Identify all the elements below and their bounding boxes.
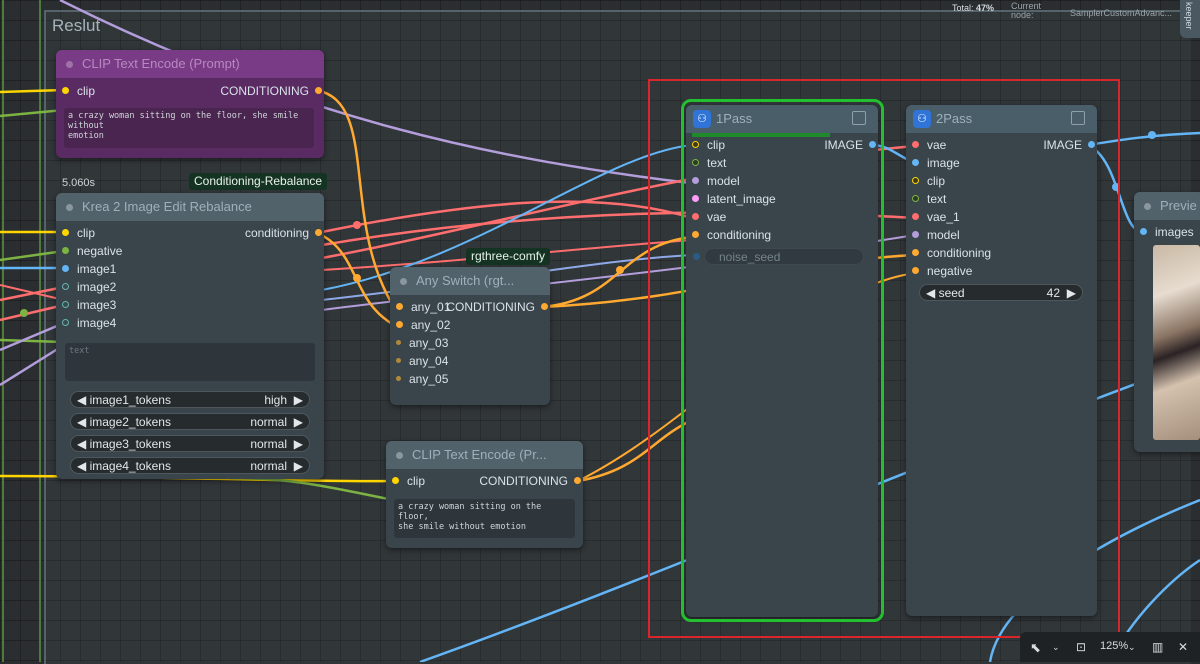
image4-tokens-combo[interactable]: ◀ image4_tokens normal ▶	[70, 457, 310, 474]
input-vae[interactable]: vae	[912, 137, 946, 153]
input-image[interactable]: image	[912, 155, 960, 171]
current-node-value: SamplerCustomAdvanc...	[1070, 8, 1173, 18]
zoom-level[interactable]: 125%	[1100, 640, 1128, 652]
input-any-03[interactable]: any_03	[396, 335, 448, 351]
wire	[0, 88, 65, 94]
input-any-01[interactable]: any_01	[396, 299, 450, 315]
node-badge: rgthree-comfy	[466, 248, 551, 265]
execution-time: 5.060s	[62, 177, 96, 189]
output-conditioning[interactable]: CONDITIONING	[479, 473, 581, 489]
node-title: Any Switch (rgt...	[416, 273, 515, 288]
image2-tokens-combo[interactable]: ◀ image2_tokens normal ▶	[70, 413, 310, 430]
node-canvas[interactable]: Reslut CLIP Text Encode (Prompt) clip CO…	[0, 0, 1200, 664]
subgraph-icon: ⚇	[913, 110, 931, 128]
input-any-05[interactable]: any_05	[396, 371, 448, 387]
any-switch-node[interactable]: Any Switch (rgt... any_01 any_02 any_03 …	[390, 267, 550, 405]
output-conditioning[interactable]: conditioning	[245, 225, 322, 241]
input-negative[interactable]: negative	[62, 243, 122, 259]
clip-text-encode-node[interactable]: CLIP Text Encode (Pr... clip CONDITIONIN…	[386, 441, 583, 548]
wire	[0, 303, 65, 322]
collapse-dot[interactable]	[66, 204, 73, 211]
select-tool-icon[interactable]: ⬉	[1030, 640, 1041, 656]
node-title: CLIP Text Encode (Pr...	[412, 447, 547, 462]
preview-image-thumbnail[interactable]	[1153, 245, 1200, 440]
subgraph-2pass-node[interactable]: ⚇ 2Pass vae image clip text vae_1 model …	[906, 105, 1097, 616]
wire-reroute	[616, 266, 624, 274]
node-title: Previe	[1160, 198, 1197, 213]
node-title-bar[interactable]: ⚇ 2Pass	[906, 105, 1097, 133]
input-conditioning[interactable]: conditioning	[912, 245, 991, 261]
node-title-bar[interactable]: CLIP Text Encode (Pr...	[386, 441, 583, 469]
input-image2[interactable]: image2	[62, 279, 116, 295]
hide-links-icon[interactable]: ✕	[1178, 640, 1188, 654]
execution-status: Total: 47% Current node: SamplerCustomAd…	[952, 2, 1177, 24]
collapse-dot[interactable]	[66, 61, 73, 68]
node-title-bar[interactable]: CLIP Text Encode (Prompt)	[56, 50, 324, 78]
output-conditioning[interactable]: CONDITIONING	[220, 83, 322, 99]
wire	[0, 338, 65, 344]
node-title-bar[interactable]: Any Switch (rgt...	[390, 267, 550, 295]
input-text[interactable]: text	[912, 191, 946, 207]
node-title: CLIP Text Encode (Prompt)	[82, 56, 240, 71]
chevron-down-icon[interactable]: ⌄	[1128, 642, 1136, 653]
wire	[0, 343, 65, 387]
input-clip[interactable]: clip	[392, 473, 425, 489]
chevron-down-icon[interactable]: ⌄	[1052, 642, 1060, 653]
wire-reroute	[353, 221, 361, 229]
current-node-label: Current node:	[1011, 1, 1042, 20]
input-clip[interactable]: clip	[62, 225, 95, 241]
fit-view-icon[interactable]: ⊡	[1076, 640, 1086, 654]
input-images[interactable]: images	[1140, 224, 1194, 240]
total-label: Total: 47%	[952, 3, 995, 13]
node-title-bar[interactable]: Krea 2 Image Edit Rebalance	[56, 193, 324, 221]
input-vae-1[interactable]: vae_1	[912, 209, 960, 225]
image1-tokens-combo[interactable]: ◀ image1_tokens high ▶	[70, 391, 310, 408]
input-image3[interactable]: image3	[62, 297, 116, 313]
wire	[0, 249, 65, 262]
output-image[interactable]: IMAGE	[1043, 137, 1095, 153]
wire-reroute	[1148, 131, 1156, 139]
highlight-box-green	[681, 99, 884, 622]
output-conditioning[interactable]: CONDITIONING	[446, 299, 548, 315]
input-clip[interactable]: clip	[62, 83, 95, 99]
collapse-dot[interactable]	[400, 278, 407, 285]
input-image4[interactable]: image4	[62, 315, 116, 331]
collapse-dot[interactable]	[1144, 203, 1151, 210]
image3-tokens-combo[interactable]: ◀ image3_tokens normal ▶	[70, 435, 310, 452]
side-tab[interactable]: keeper	[1180, 0, 1200, 38]
seed-widget[interactable]: ◀ seed 42 ▶	[919, 284, 1083, 301]
prompt-text[interactable]: a crazy woman sitting on the floor, she …	[394, 499, 575, 538]
node-title: Krea 2 Image Edit Rebalance	[82, 199, 252, 214]
wire-reroute	[353, 274, 361, 282]
input-image1[interactable]: image1	[62, 261, 116, 277]
node-title-bar[interactable]: Previe	[1134, 192, 1200, 220]
collapse-dot[interactable]	[396, 452, 403, 459]
minimap-icon[interactable]: ▥	[1152, 640, 1163, 654]
input-clip[interactable]: clip	[912, 173, 945, 189]
node-title: 2Pass	[936, 111, 973, 126]
input-negative[interactable]: negative	[912, 263, 972, 279]
canvas-toolbar: ⬉ ⌄ ⊡ 125% ⌄ ▥ ✕	[1020, 632, 1200, 662]
wire	[0, 321, 65, 352]
input-model[interactable]: model	[912, 227, 960, 243]
prompt-text[interactable]: a crazy woman sitting on the floor, she …	[64, 108, 314, 148]
wire	[321, 200, 693, 234]
side-tab-label: keeper	[1184, 2, 1194, 30]
wire-reroute	[20, 309, 28, 317]
input-any-02[interactable]: any_02	[396, 317, 450, 333]
node-badge: Conditioning-Rebalance	[189, 173, 328, 190]
krea-image-edit-rebalance-node[interactable]: Krea 2 Image Edit Rebalance clip negativ…	[56, 193, 324, 479]
wire	[0, 108, 65, 118]
clip-text-encode-prompt-node[interactable]: CLIP Text Encode (Prompt) clip CONDITION…	[56, 50, 324, 158]
input-any-04[interactable]: any_04	[396, 353, 448, 369]
text-input[interactable]: text	[65, 343, 315, 381]
expand-icon[interactable]	[1071, 111, 1085, 125]
